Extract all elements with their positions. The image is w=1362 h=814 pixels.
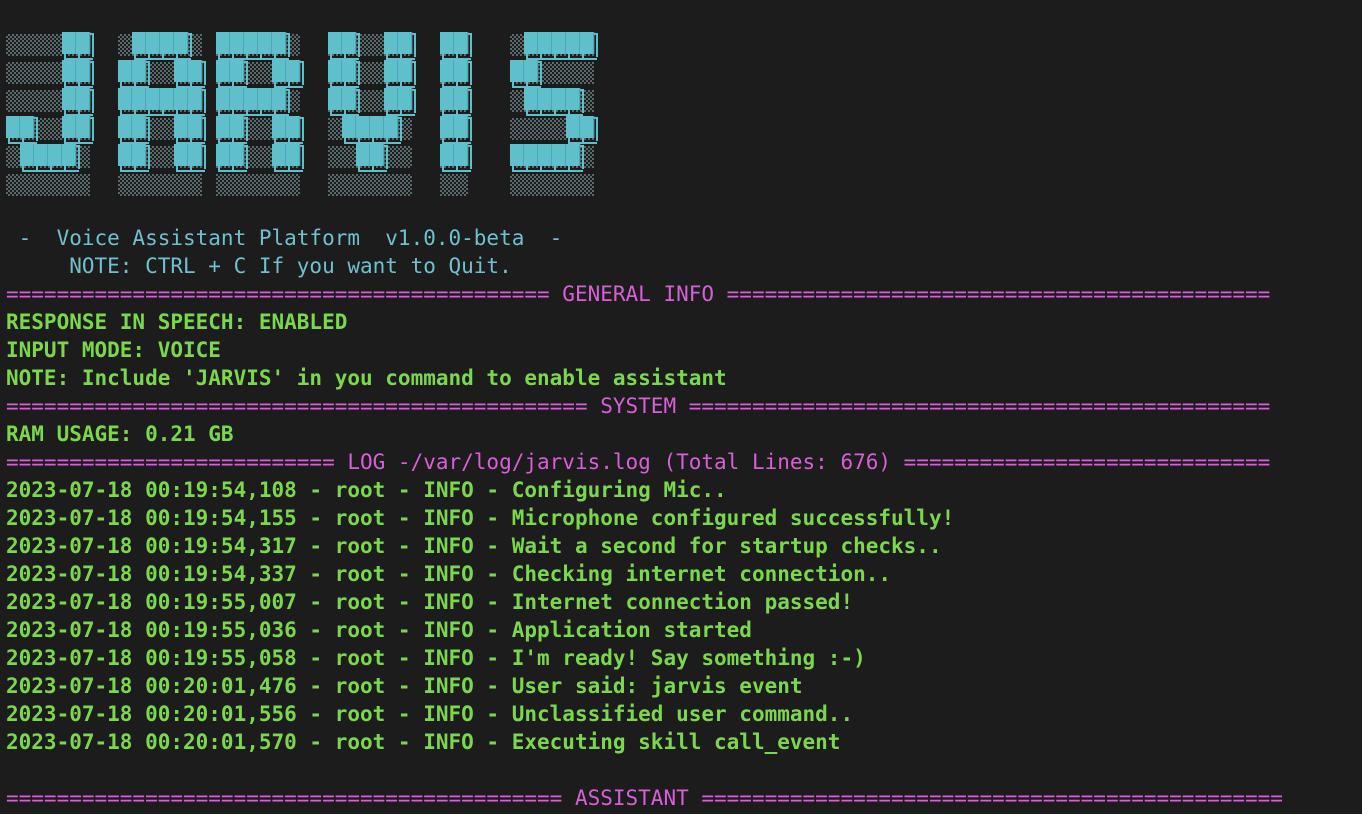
log-line: 2023-07-18 00:19:54,155 - root - INFO - … <box>6 506 955 530</box>
log-line: 2023-07-18 00:20:01,570 - root - INFO - … <box>6 730 841 754</box>
jarvis-note-line: NOTE: Include 'JARVIS' in you command to… <box>6 366 727 390</box>
log-line: 2023-07-18 00:20:01,556 - root - INFO - … <box>6 702 854 726</box>
log-line: 2023-07-18 00:20:01,476 - root - INFO - … <box>6 674 803 698</box>
ram-usage-line: RAM USAGE: 0.21 GB <box>6 422 234 446</box>
log-line: 2023-07-18 00:19:55,058 - root - INFO - … <box>6 646 866 670</box>
log-line: 2023-07-18 00:19:55,036 - root - INFO - … <box>6 618 752 642</box>
log-line: 2023-07-18 00:19:54,108 - root - INFO - … <box>6 478 727 502</box>
input-mode-line: INPUT MODE: VOICE <box>6 338 221 362</box>
jarvis-banner-logo <box>6 32 624 196</box>
quit-note-line: NOTE: CTRL + C If you want to Quit. <box>6 254 512 278</box>
response-speech-line: RESPONSE IN SPEECH: ENABLED <box>6 310 348 334</box>
subtitle-line: - Voice Assistant Platform v1.0.0-beta - <box>6 226 563 250</box>
log-line: 2023-07-18 00:19:55,007 - root - INFO - … <box>6 590 854 614</box>
system-divider: ========================================… <box>6 394 1271 418</box>
general-info-divider: ========================================… <box>6 282 1271 306</box>
log-line: 2023-07-18 00:19:54,337 - root - INFO - … <box>6 562 892 586</box>
log-line: 2023-07-18 00:19:54,317 - root - INFO - … <box>6 534 942 558</box>
terminal-window[interactable]: - Voice Assistant Platform v1.0.0-beta -… <box>0 0 1362 814</box>
log-divider: ========================== LOG -/var/log… <box>6 450 1271 474</box>
assistant-divider: ========================================… <box>6 786 1283 810</box>
